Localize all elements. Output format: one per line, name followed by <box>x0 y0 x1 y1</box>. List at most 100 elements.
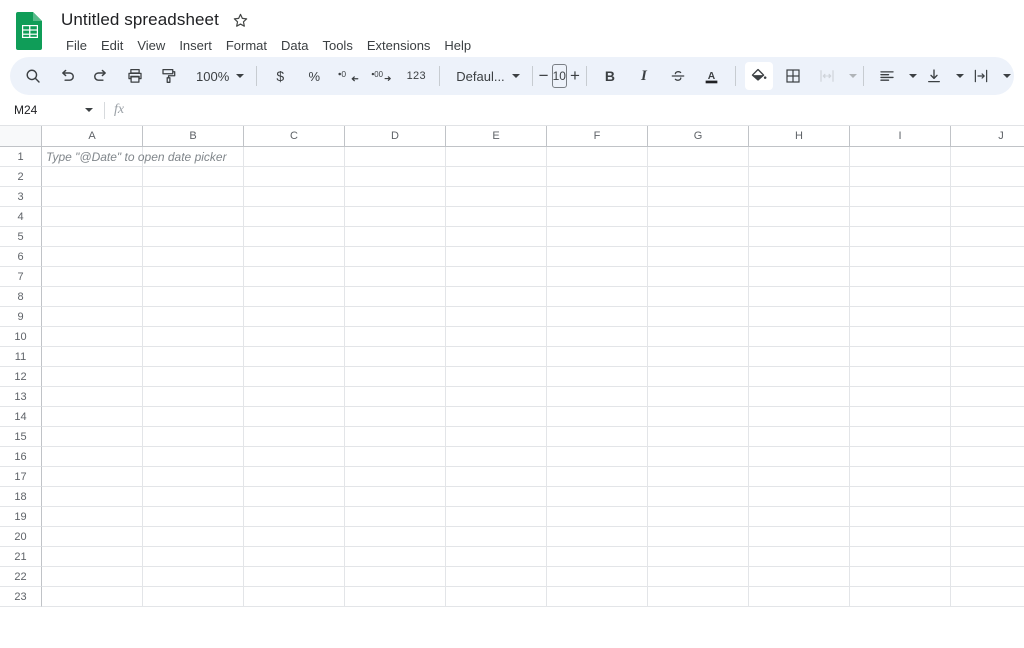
borders-icon[interactable] <box>779 62 807 90</box>
cell-J11[interactable] <box>951 347 1024 366</box>
cell-F11[interactable] <box>547 347 648 366</box>
cell-B19[interactable] <box>143 507 244 526</box>
cell-H8[interactable] <box>749 287 850 306</box>
cell-D13[interactable] <box>345 387 446 406</box>
cell-A5[interactable] <box>42 227 143 246</box>
cell-E21[interactable] <box>446 547 547 566</box>
cell-J12[interactable] <box>951 367 1024 386</box>
cell-A2[interactable] <box>42 167 143 186</box>
cell-H23[interactable] <box>749 587 850 606</box>
zoom-level-selector[interactable]: 100% <box>188 62 248 90</box>
row-header-9[interactable]: 9 <box>0 307 42 327</box>
column-header-f[interactable]: F <box>547 126 648 147</box>
cell-H20[interactable] <box>749 527 850 546</box>
cell-A15[interactable] <box>42 427 143 446</box>
column-header-h[interactable]: H <box>749 126 850 147</box>
currency-format-button[interactable]: $ <box>266 62 294 90</box>
cell-J15[interactable] <box>951 427 1024 446</box>
cell-D7[interactable] <box>345 267 446 286</box>
cell-J4[interactable] <box>951 207 1024 226</box>
cell-C1[interactable] <box>244 147 345 166</box>
cell-B21[interactable] <box>143 547 244 566</box>
column-header-d[interactable]: D <box>345 126 446 147</box>
cell-J18[interactable] <box>951 487 1024 506</box>
cell-B10[interactable] <box>143 327 244 346</box>
cell-D23[interactable] <box>345 587 446 606</box>
cell-E3[interactable] <box>446 187 547 206</box>
text-color-icon[interactable]: A <box>698 62 726 90</box>
cell-C4[interactable] <box>244 207 345 226</box>
cell-I19[interactable] <box>850 507 951 526</box>
cell-F9[interactable] <box>547 307 648 326</box>
fill-color-icon[interactable] <box>744 62 773 90</box>
cell-C16[interactable] <box>244 447 345 466</box>
cell-F23[interactable] <box>547 587 648 606</box>
cell-B18[interactable] <box>143 487 244 506</box>
row-header-13[interactable]: 13 <box>0 387 42 407</box>
cell-B16[interactable] <box>143 447 244 466</box>
cell-C13[interactable] <box>244 387 345 406</box>
name-box[interactable]: M24 <box>0 99 103 121</box>
cell-G8[interactable] <box>648 287 749 306</box>
cell-F3[interactable] <box>547 187 648 206</box>
menu-item-file[interactable]: File <box>59 35 94 57</box>
cell-J20[interactable] <box>951 527 1024 546</box>
cell-I12[interactable] <box>850 367 951 386</box>
cell-A20[interactable] <box>42 527 143 546</box>
column-header-a[interactable]: A <box>42 126 143 147</box>
cell-I17[interactable] <box>850 467 951 486</box>
menu-item-edit[interactable]: Edit <box>94 35 130 57</box>
cell-J7[interactable] <box>951 267 1024 286</box>
cell-F6[interactable] <box>547 247 648 266</box>
cell-A7[interactable] <box>42 267 143 286</box>
cell-B5[interactable] <box>143 227 244 246</box>
cell-B1[interactable] <box>143 147 244 166</box>
cell-E10[interactable] <box>446 327 547 346</box>
cell-A11[interactable] <box>42 347 143 366</box>
row-header-5[interactable]: 5 <box>0 227 42 247</box>
cell-D20[interactable] <box>345 527 446 546</box>
text-wrapping-icon[interactable] <box>967 62 995 90</box>
menu-item-help[interactable]: Help <box>437 35 478 57</box>
cell-D2[interactable] <box>345 167 446 186</box>
cell-A22[interactable] <box>42 567 143 586</box>
cell-A12[interactable] <box>42 367 143 386</box>
cell-I6[interactable] <box>850 247 951 266</box>
cell-B12[interactable] <box>143 367 244 386</box>
cell-J16[interactable] <box>951 447 1024 466</box>
vertical-align-icon[interactable] <box>920 62 948 90</box>
cell-H13[interactable] <box>749 387 850 406</box>
row-header-3[interactable]: 3 <box>0 187 42 207</box>
font-size-decrease-button[interactable]: − <box>539 63 549 89</box>
cell-C19[interactable] <box>244 507 345 526</box>
number-format-button[interactable]: 123 <box>402 62 430 90</box>
cell-B22[interactable] <box>143 567 244 586</box>
cell-B14[interactable] <box>143 407 244 426</box>
row-header-21[interactable]: 21 <box>0 547 42 567</box>
cell-D18[interactable] <box>345 487 446 506</box>
cell-J17[interactable] <box>951 467 1024 486</box>
undo-icon[interactable] <box>53 62 81 90</box>
row-header-23[interactable]: 23 <box>0 587 42 607</box>
cell-B11[interactable] <box>143 347 244 366</box>
cell-H4[interactable] <box>749 207 850 226</box>
cell-G4[interactable] <box>648 207 749 226</box>
cell-E13[interactable] <box>446 387 547 406</box>
cell-J2[interactable] <box>951 167 1024 186</box>
cell-D21[interactable] <box>345 547 446 566</box>
paint-format-icon[interactable] <box>155 62 183 90</box>
cell-J8[interactable] <box>951 287 1024 306</box>
cell-I23[interactable] <box>850 587 951 606</box>
cell-A19[interactable] <box>42 507 143 526</box>
cell-C17[interactable] <box>244 467 345 486</box>
cell-F20[interactable] <box>547 527 648 546</box>
menu-item-format[interactable]: Format <box>219 35 274 57</box>
row-header-12[interactable]: 12 <box>0 367 42 387</box>
star-outline-icon[interactable] <box>230 9 252 31</box>
cell-I11[interactable] <box>850 347 951 366</box>
cell-C2[interactable] <box>244 167 345 186</box>
cell-D3[interactable] <box>345 187 446 206</box>
cell-E1[interactable] <box>446 147 547 166</box>
cell-A13[interactable] <box>42 387 143 406</box>
cell-H6[interactable] <box>749 247 850 266</box>
